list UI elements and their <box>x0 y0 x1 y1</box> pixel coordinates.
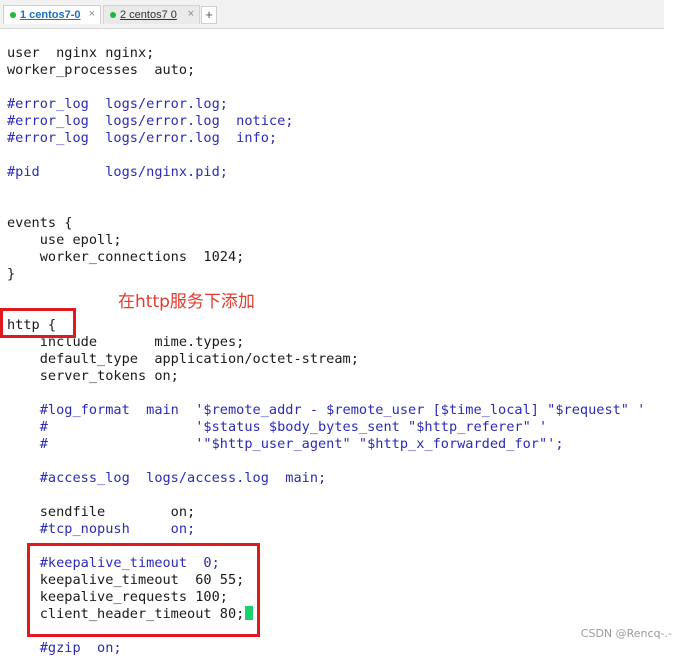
close-icon[interactable]: × <box>188 8 194 20</box>
comment-line: #error_log logs/error.log info; <box>7 130 278 146</box>
connected-status-icon <box>110 12 116 18</box>
tab-bar: 1 centos7-0 × 2 centos7 0 × + <box>0 0 664 29</box>
config-line: use epoll; <box>7 232 122 248</box>
comment-line: # '"$http_user_agent" "$http_x_forwarded… <box>7 436 564 452</box>
keepalive-highlight-box <box>27 543 260 637</box>
comment-line: #error_log logs/error.log notice; <box>7 113 294 129</box>
comment-line: #tcp_nopush on; <box>7 521 196 537</box>
config-line: worker_processes auto; <box>7 62 196 78</box>
tab-centos7-0-second[interactable]: 2 centos7 0 × <box>103 5 200 24</box>
tab-label: 1 centos7-0 <box>20 9 81 21</box>
http-highlight-box <box>0 308 76 338</box>
config-line: user nginx nginx; <box>7 45 155 61</box>
comment-line: #pid logs/nginx.pid; <box>7 164 228 180</box>
config-line: sendfile on; <box>7 504 196 520</box>
config-line: server_tokens on; <box>7 368 179 384</box>
new-tab-button[interactable]: + <box>201 6 217 24</box>
comment-line: #access_log logs/access.log main; <box>7 470 327 486</box>
watermark: CSDN @Rencq-.- <box>580 627 672 640</box>
config-line: } <box>7 266 16 282</box>
close-icon[interactable]: × <box>89 8 95 20</box>
window-edge <box>664 0 686 651</box>
comment-line: #error_log logs/error.log; <box>7 96 228 112</box>
comment-line: #gzip on; <box>7 640 122 656</box>
comment-line: # '$status $body_bytes_sent "$http_refer… <box>7 419 548 435</box>
tab-centos7-0[interactable]: 1 centos7-0 × <box>3 5 101 24</box>
tab-label: 2 centos7 0 <box>120 9 177 21</box>
config-line: default_type application/octet-stream; <box>7 351 359 367</box>
comment-line: #log_format main '$remote_addr - $remote… <box>7 402 646 418</box>
connected-status-icon <box>10 12 16 18</box>
config-line: events { <box>7 215 73 231</box>
config-line: worker_connections 1024; <box>7 249 245 265</box>
annotation-label: 在http服务下添加 <box>118 292 255 312</box>
